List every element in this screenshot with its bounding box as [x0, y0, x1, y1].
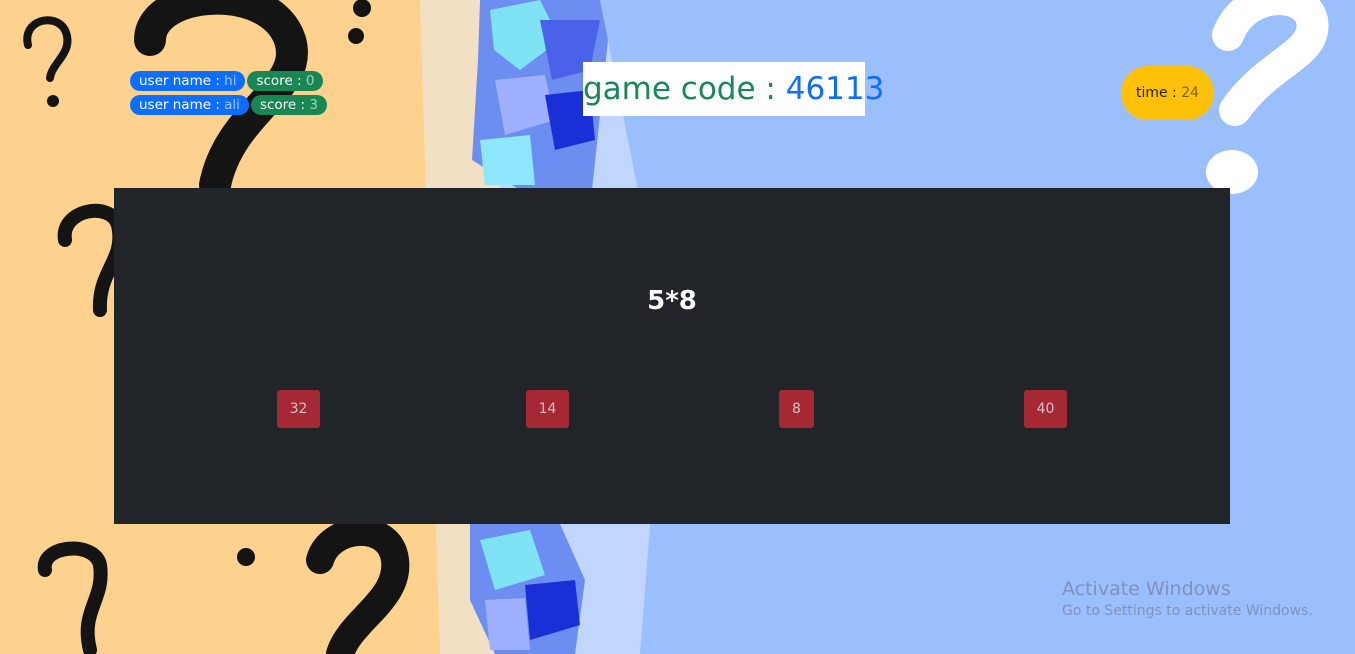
windows-activation-watermark: Activate Windows Go to Settings to activ… [1062, 577, 1313, 621]
player-list: user name : hi score : 0 user name : ali… [130, 71, 327, 119]
answer-button[interactable]: 32 [277, 390, 320, 428]
username-badge: user name : ali [130, 95, 249, 115]
game-code-value: 46113 [785, 71, 885, 107]
watermark-title: Activate Windows [1062, 578, 1231, 600]
timer-badge: time : 24 [1121, 66, 1214, 120]
timer-label: time : [1135, 85, 1182, 101]
player-row: user name : hi score : 0 [130, 71, 327, 91]
answer-button[interactable]: 40 [1024, 390, 1067, 428]
game-code-label: game code : [583, 71, 786, 107]
answer-button[interactable]: 8 [779, 390, 814, 428]
question-board: 5*8 32 14 8 40 [114, 188, 1230, 524]
answer-button[interactable]: 14 [526, 390, 569, 428]
player-row: user name : ali score : 3 [130, 95, 327, 115]
watermark-subtitle: Go to Settings to activate Windows. [1062, 603, 1313, 619]
username-badge: user name : hi [130, 71, 246, 91]
score-badge: score : 0 [247, 71, 324, 91]
timer-value: 24 [1181, 85, 1200, 101]
score-badge: score : 3 [250, 95, 327, 115]
game-code-display: game code : 46113 [583, 62, 884, 116]
question-text: 5*8 [647, 286, 697, 316]
